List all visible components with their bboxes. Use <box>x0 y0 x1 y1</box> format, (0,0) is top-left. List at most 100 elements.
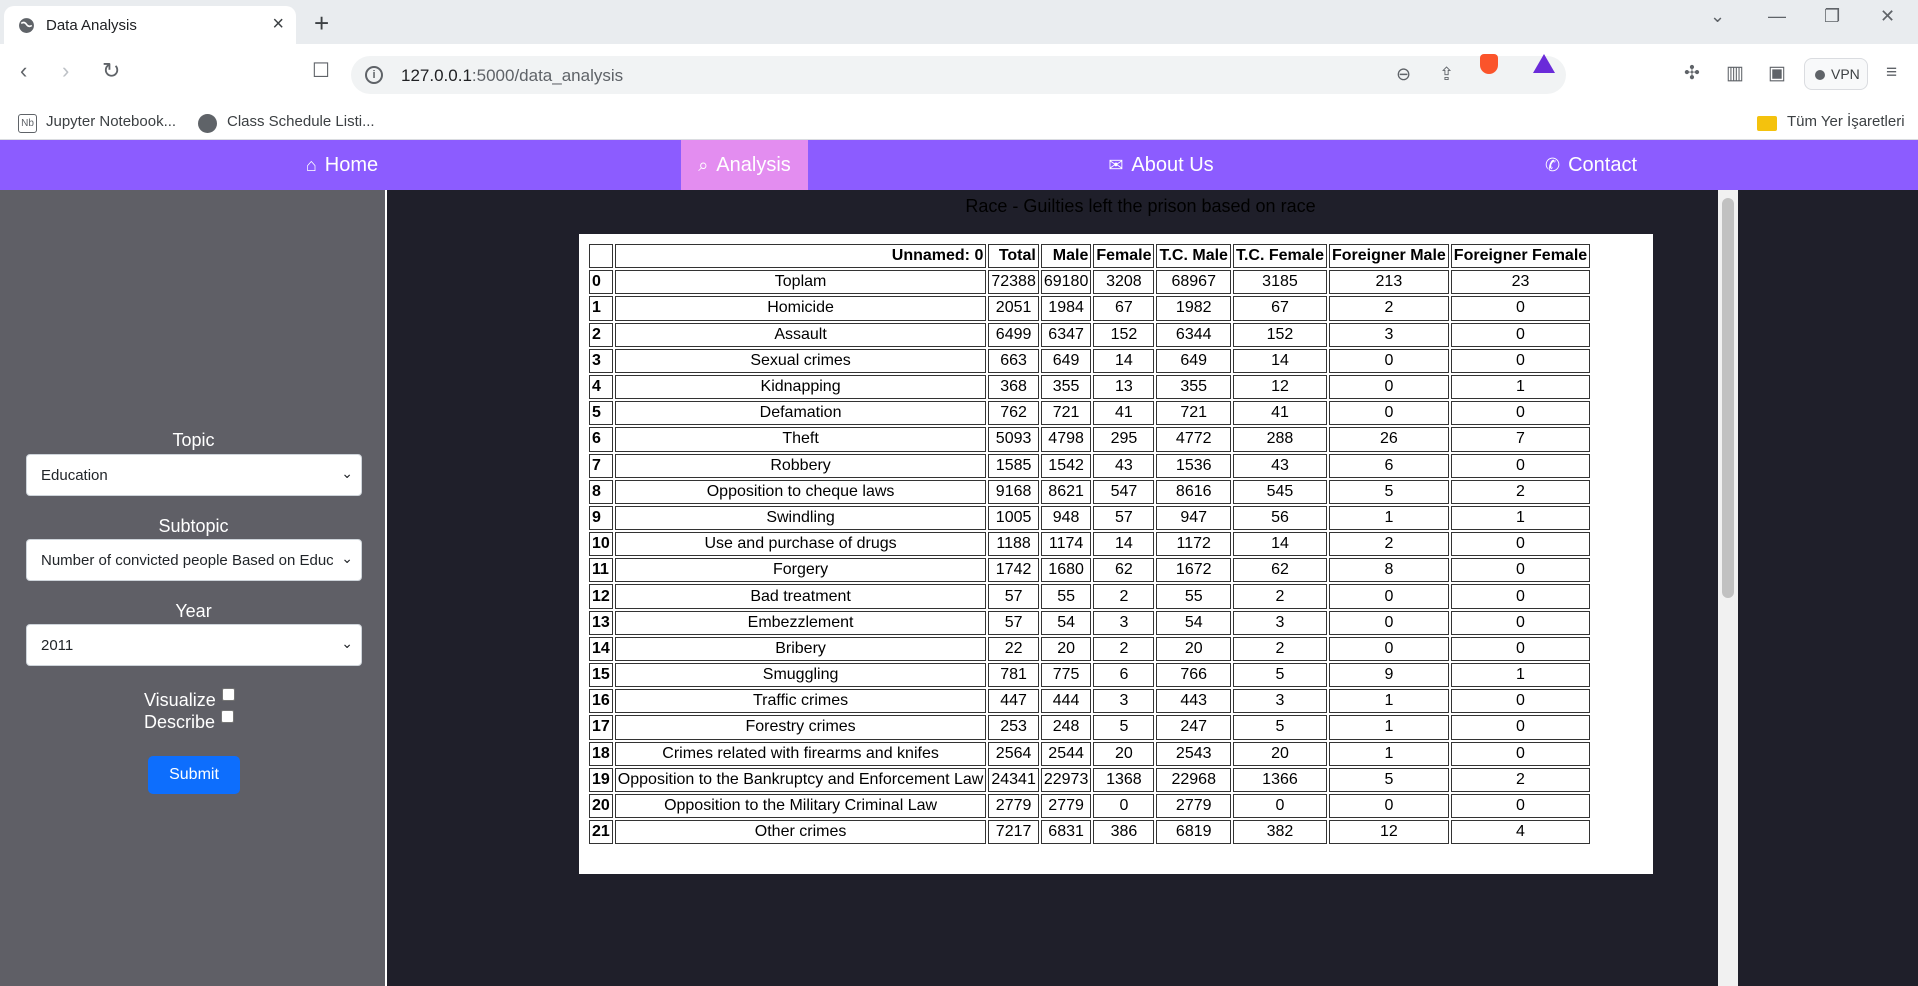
table-cell: 2 <box>1093 584 1155 609</box>
brave-rewards-icon[interactable] <box>1533 54 1555 73</box>
table-cell: 213 <box>1328 270 1449 295</box>
table-cell: 0 <box>1450 636 1591 661</box>
table-cell: 1 <box>1450 505 1591 531</box>
table-cell: 1742 <box>988 558 1039 583</box>
table-cell: 57 <box>1093 505 1155 531</box>
globe-icon <box>19 18 34 33</box>
table-cell: 0 <box>1328 584 1449 609</box>
forward-icon[interactable]: › <box>62 58 69 84</box>
scrollbar[interactable] <box>1718 190 1738 986</box>
table-cell: Opposition to the Bankruptcy and Enforce… <box>614 767 987 792</box>
table-cell: 2051 <box>988 296 1039 321</box>
bookmark-jupyter[interactable]: Jupyter Notebook... <box>46 113 176 130</box>
column-header: Foreigner Female <box>1450 244 1591 269</box>
table-cell: 41 <box>1232 401 1327 426</box>
table-cell: 24341 <box>988 767 1039 792</box>
tab-search-icon[interactable]: ⌄ <box>1710 6 1725 27</box>
table-cell: 0 <box>1328 793 1449 819</box>
topic-select[interactable]: Education ⌄ <box>26 454 362 496</box>
table-cell: 2 <box>1093 636 1155 661</box>
table-cell: 1 <box>1328 505 1449 531</box>
table-cell: 4 <box>1450 820 1591 845</box>
close-tab-icon[interactable]: × <box>272 13 284 36</box>
table-cell: 152 <box>1232 322 1327 347</box>
year-select[interactable]: 2011 ⌄ <box>26 624 362 666</box>
nav-contact[interactable]: ✆ Contact <box>1526 140 1656 190</box>
vpn-button[interactable]: VPN <box>1804 58 1868 90</box>
row-index: 9 <box>589 505 613 531</box>
table-cell: 6819 <box>1156 820 1231 845</box>
table-cell: 68967 <box>1156 270 1231 295</box>
table-cell: 152 <box>1093 322 1155 347</box>
row-index: 11 <box>589 558 613 583</box>
table-cell: 67 <box>1232 296 1327 321</box>
sidebar-toggle-icon[interactable]: ▥ <box>1726 62 1744 85</box>
close-window-icon[interactable]: ✕ <box>1880 6 1895 27</box>
globe-icon <box>198 114 217 133</box>
table-cell: 721 <box>1156 401 1231 426</box>
menu-icon[interactable]: ≡ <box>1886 62 1897 84</box>
table-cell: 0 <box>1232 793 1327 819</box>
table-cell: 386 <box>1093 820 1155 845</box>
share-icon[interactable]: ⇪ <box>1439 64 1454 85</box>
new-tab-icon[interactable]: + <box>314 8 329 39</box>
table-cell: 382 <box>1232 820 1327 845</box>
subtopic-select[interactable]: Number of convicted people Based on Educ… <box>26 539 362 581</box>
table-cell: 3 <box>1093 689 1155 714</box>
table-cell: 775 <box>1040 663 1092 688</box>
bookmark-class-schedule[interactable]: Class Schedule Listi... <box>227 113 375 130</box>
table-cell: 444 <box>1040 689 1092 714</box>
zoom-icon[interactable]: ⊖ <box>1396 64 1411 85</box>
minimize-icon[interactable]: — <box>1768 6 1786 27</box>
describe-checkbox[interactable] <box>221 710 235 723</box>
column-header: Female <box>1093 244 1155 269</box>
table-cell: 663 <box>988 348 1039 373</box>
table-cell: 0 <box>1093 793 1155 819</box>
table-cell: 0 <box>1328 348 1449 373</box>
table-cell: 1 <box>1450 374 1591 400</box>
table-row: 7 Robbery 1585 1542 43 1536 43 6 0 <box>589 453 1591 478</box>
table-cell: Defamation <box>614 401 987 426</box>
wallet-icon[interactable]: ▣ <box>1768 62 1786 85</box>
scrollbar-thumb[interactable] <box>1722 198 1734 598</box>
column-header: T.C. Male <box>1156 244 1231 269</box>
nav-home[interactable]: ⌂ Home <box>292 140 392 190</box>
brave-shields-icon[interactable] <box>1480 54 1498 74</box>
nav-about[interactable]: ✉ About Us <box>1102 140 1220 190</box>
table-cell: 6 <box>1093 663 1155 688</box>
back-icon[interactable]: ‹ <box>20 58 27 84</box>
table-cell: 23 <box>1450 270 1591 295</box>
table-cell: 8616 <box>1156 479 1231 504</box>
describe-row: Describe <box>144 710 235 733</box>
reload-icon[interactable]: ↻ <box>102 58 120 84</box>
table-cell: 0 <box>1450 689 1591 714</box>
table-cell: 2 <box>1328 296 1449 321</box>
table-cell: 3 <box>1232 610 1327 635</box>
table-cell: 2544 <box>1040 741 1092 766</box>
address-bar[interactable]: i 127.0.0.1:5000/data_analysis ⊖ ⇪ <box>351 56 1566 94</box>
table-cell: 6347 <box>1040 322 1092 347</box>
table-cell: 355 <box>1040 374 1092 400</box>
table-cell: 1188 <box>988 532 1039 557</box>
submit-button[interactable]: Submit <box>148 756 240 794</box>
visualize-row: Visualize <box>144 688 235 711</box>
nav-analysis-label: Analysis <box>716 154 791 176</box>
data-table: Unnamed: 0 Total Male Female T.C. Male T.C. F… <box>587 242 1592 846</box>
row-index: 18 <box>589 741 613 766</box>
table-cell: 57 <box>988 584 1039 609</box>
bookmark-icon[interactable]: ☐ <box>312 58 330 83</box>
table-cell: 766 <box>1156 663 1231 688</box>
table-cell: 2779 <box>1040 793 1092 819</box>
restore-icon[interactable]: ❐ <box>1824 6 1840 27</box>
nav-analysis[interactable]: ⌕ Analysis <box>681 140 808 190</box>
table-row: 0 Toplam 72388 69180 3208 68967 3185 213 23 <box>589 270 1591 295</box>
visualize-checkbox[interactable] <box>221 688 235 701</box>
table-cell: 3 <box>1232 689 1327 714</box>
bookmark-all[interactable]: Tüm Yer İşaretleri <box>1787 113 1905 130</box>
site-info-icon[interactable]: i <box>365 66 383 84</box>
table-row: 6 Theft 5093 4798 295 4772 288 26 7 <box>589 427 1591 452</box>
table-cell: Smuggling <box>614 663 987 688</box>
extensions-icon[interactable]: ✣ <box>1684 62 1700 85</box>
browser-tab[interactable]: Data Analysis × <box>4 6 296 44</box>
table-cell: 721 <box>1040 401 1092 426</box>
